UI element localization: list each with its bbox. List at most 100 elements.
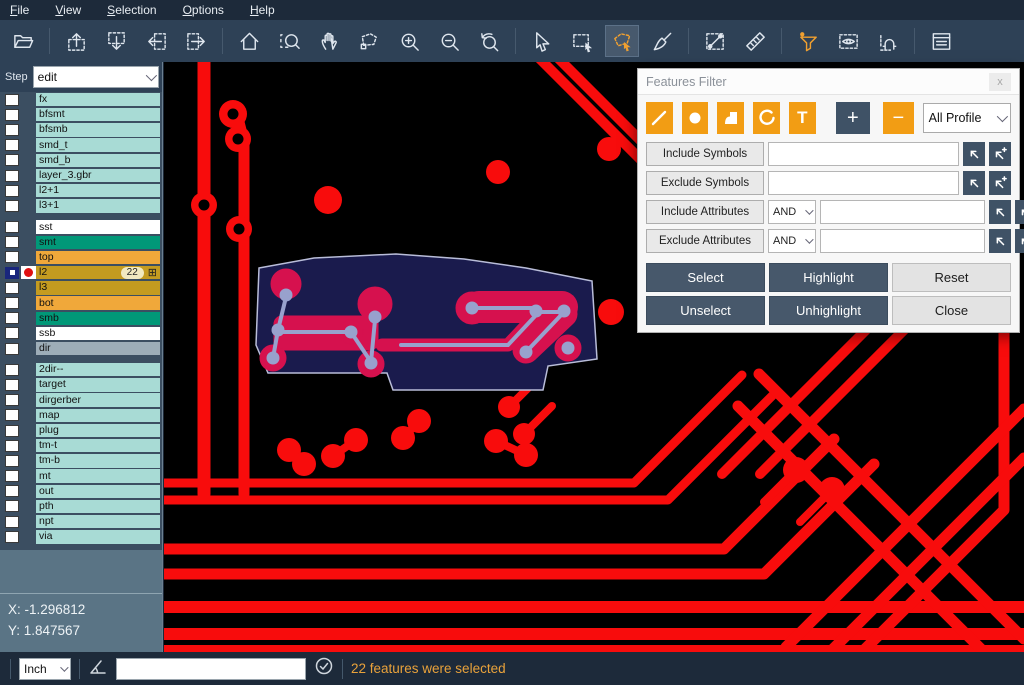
exclude-attributes-input[interactable] [820, 229, 985, 253]
layer-label[interactable]: dir [36, 342, 160, 355]
include-attributes-operator-select[interactable]: AND [768, 200, 816, 224]
include-attributes-input[interactable] [820, 200, 985, 224]
layer-checkbox[interactable] [5, 139, 19, 151]
close-button[interactable]: Close [892, 296, 1011, 325]
layer-label[interactable]: smt [36, 236, 160, 249]
menu-view[interactable]: View [55, 3, 81, 17]
layer-row-smb[interactable]: smb [0, 311, 162, 326]
pad-feature-button[interactable] [682, 102, 709, 134]
page-up-button[interactable] [59, 25, 93, 57]
layer-row-l2+1[interactable]: l2+1 [0, 183, 162, 198]
include-attributes-pick-button[interactable] [989, 200, 1011, 224]
layer-row-map[interactable]: map [0, 408, 162, 423]
layer-label[interactable]: map [36, 409, 160, 422]
layer-label[interactable]: smd_t [36, 138, 160, 151]
layer-checkbox[interactable] [5, 327, 19, 339]
menu-options[interactable]: Options [183, 3, 224, 17]
layer-label[interactable]: 2dir-- [36, 363, 160, 376]
layer-checkbox[interactable] [5, 379, 19, 391]
include-attributes-button[interactable]: Include Attributes [646, 200, 764, 224]
layer-row-npt[interactable]: npt [0, 514, 162, 529]
select-rectangle-button[interactable] [565, 25, 599, 57]
layer-checkbox[interactable] [5, 455, 19, 467]
layer-label[interactable]: l3+1 [36, 199, 160, 212]
open-button[interactable] [6, 25, 40, 57]
layer-label[interactable]: l2+1 [36, 184, 160, 197]
layer-checkbox[interactable] [5, 170, 19, 182]
layer-row-tm-t[interactable]: tm-t [0, 438, 162, 453]
include-symbols-pick-button[interactable] [963, 142, 985, 166]
ruler-button[interactable] [738, 25, 772, 57]
layer-checkbox[interactable] [5, 267, 19, 279]
select-button[interactable] [525, 25, 559, 57]
exclude-attributes-operator-select[interactable]: AND [768, 229, 816, 253]
layer-label[interactable]: tm-b [36, 454, 160, 467]
layer-checkbox[interactable] [5, 500, 19, 512]
home-view-button[interactable] [232, 25, 266, 57]
layer-label[interactable]: l222⊞ [36, 266, 160, 279]
layer-checkbox[interactable] [5, 470, 19, 482]
zoom-window-button[interactable] [272, 25, 306, 57]
layer-row-plug[interactable]: plug [0, 423, 162, 438]
layer-row-l3[interactable]: l3 [0, 280, 162, 295]
layer-checkbox[interactable] [5, 485, 19, 497]
layer-label[interactable]: layer_3.gbr [36, 169, 160, 182]
layer-row-l2[interactable]: l222⊞ [0, 265, 162, 280]
measure-button[interactable] [698, 25, 732, 57]
line-feature-button[interactable] [646, 102, 673, 134]
page-right-button[interactable] [179, 25, 213, 57]
layer-checkbox[interactable] [5, 343, 19, 355]
layer-row-top[interactable]: top [0, 250, 162, 265]
zoom-in-button[interactable] [392, 25, 426, 57]
page-left-button[interactable] [139, 25, 173, 57]
pan-button[interactable] [312, 25, 346, 57]
layers-panel-button[interactable] [924, 25, 958, 57]
layer-label[interactable]: out [36, 485, 160, 498]
select-button[interactable]: Select [646, 263, 765, 292]
exclude-symbols-pick-button[interactable] [963, 171, 985, 195]
exclude-symbols-button[interactable]: Exclude Symbols [646, 171, 764, 195]
layer-label[interactable]: bot [36, 296, 160, 309]
layer-row-smd_t[interactable]: smd_t [0, 138, 162, 153]
include-symbols-button[interactable]: Include Symbols [646, 142, 764, 166]
layer-row-l3+1[interactable]: l3+1 [0, 198, 162, 213]
layer-checkbox[interactable] [5, 124, 19, 136]
layer-row-tm-b[interactable]: tm-b [0, 453, 162, 468]
unhighlight-button[interactable]: Unhighlight [769, 296, 888, 325]
layer-label[interactable]: bfsmb [36, 123, 160, 136]
layer-checkbox[interactable] [5, 221, 19, 233]
layer-label[interactable]: smd_b [36, 154, 160, 167]
layer-label[interactable]: ssb [36, 327, 160, 340]
layer-label[interactable]: l3 [36, 281, 160, 294]
layer-checkbox[interactable] [5, 282, 19, 294]
layer-label[interactable]: npt [36, 515, 160, 528]
layer-checkbox[interactable] [5, 312, 19, 324]
layer-checkbox[interactable] [5, 297, 19, 309]
command-input[interactable] [116, 658, 306, 680]
layer-row-via[interactable]: via [0, 529, 162, 544]
layer-checkbox[interactable] [5, 409, 19, 421]
command-history-button[interactable] [314, 656, 334, 681]
layer-checkbox[interactable] [5, 440, 19, 452]
dialog-titlebar[interactable]: Features Filter x [638, 69, 1019, 95]
exclude-symbols-input[interactable] [768, 171, 959, 195]
reset-button[interactable]: Reset [892, 263, 1011, 292]
select-polygon-button[interactable] [605, 25, 639, 57]
surface-feature-button[interactable] [717, 102, 744, 134]
layer-checkbox[interactable] [5, 364, 19, 376]
zoom-previous-button[interactable] [472, 25, 506, 57]
layer-row-bfsmb[interactable]: bfsmb [0, 122, 162, 137]
angle-mode-button[interactable] [88, 656, 108, 681]
menu-file[interactable]: File [10, 3, 29, 17]
include-symbols-input[interactable] [768, 142, 959, 166]
layer-row-pth[interactable]: pth [0, 499, 162, 514]
layer-checkbox[interactable] [5, 109, 19, 121]
exclude-symbols-pick-add-button[interactable] [989, 171, 1011, 195]
layer-label[interactable]: sst [36, 220, 160, 233]
layer-label[interactable]: top [36, 251, 160, 264]
layer-label[interactable]: bfsmt [36, 108, 160, 121]
zoom-out-button[interactable] [432, 25, 466, 57]
features-filter-button[interactable] [791, 25, 825, 57]
layer-row-bot[interactable]: bot [0, 295, 162, 310]
menu-help[interactable]: Help [250, 3, 275, 17]
